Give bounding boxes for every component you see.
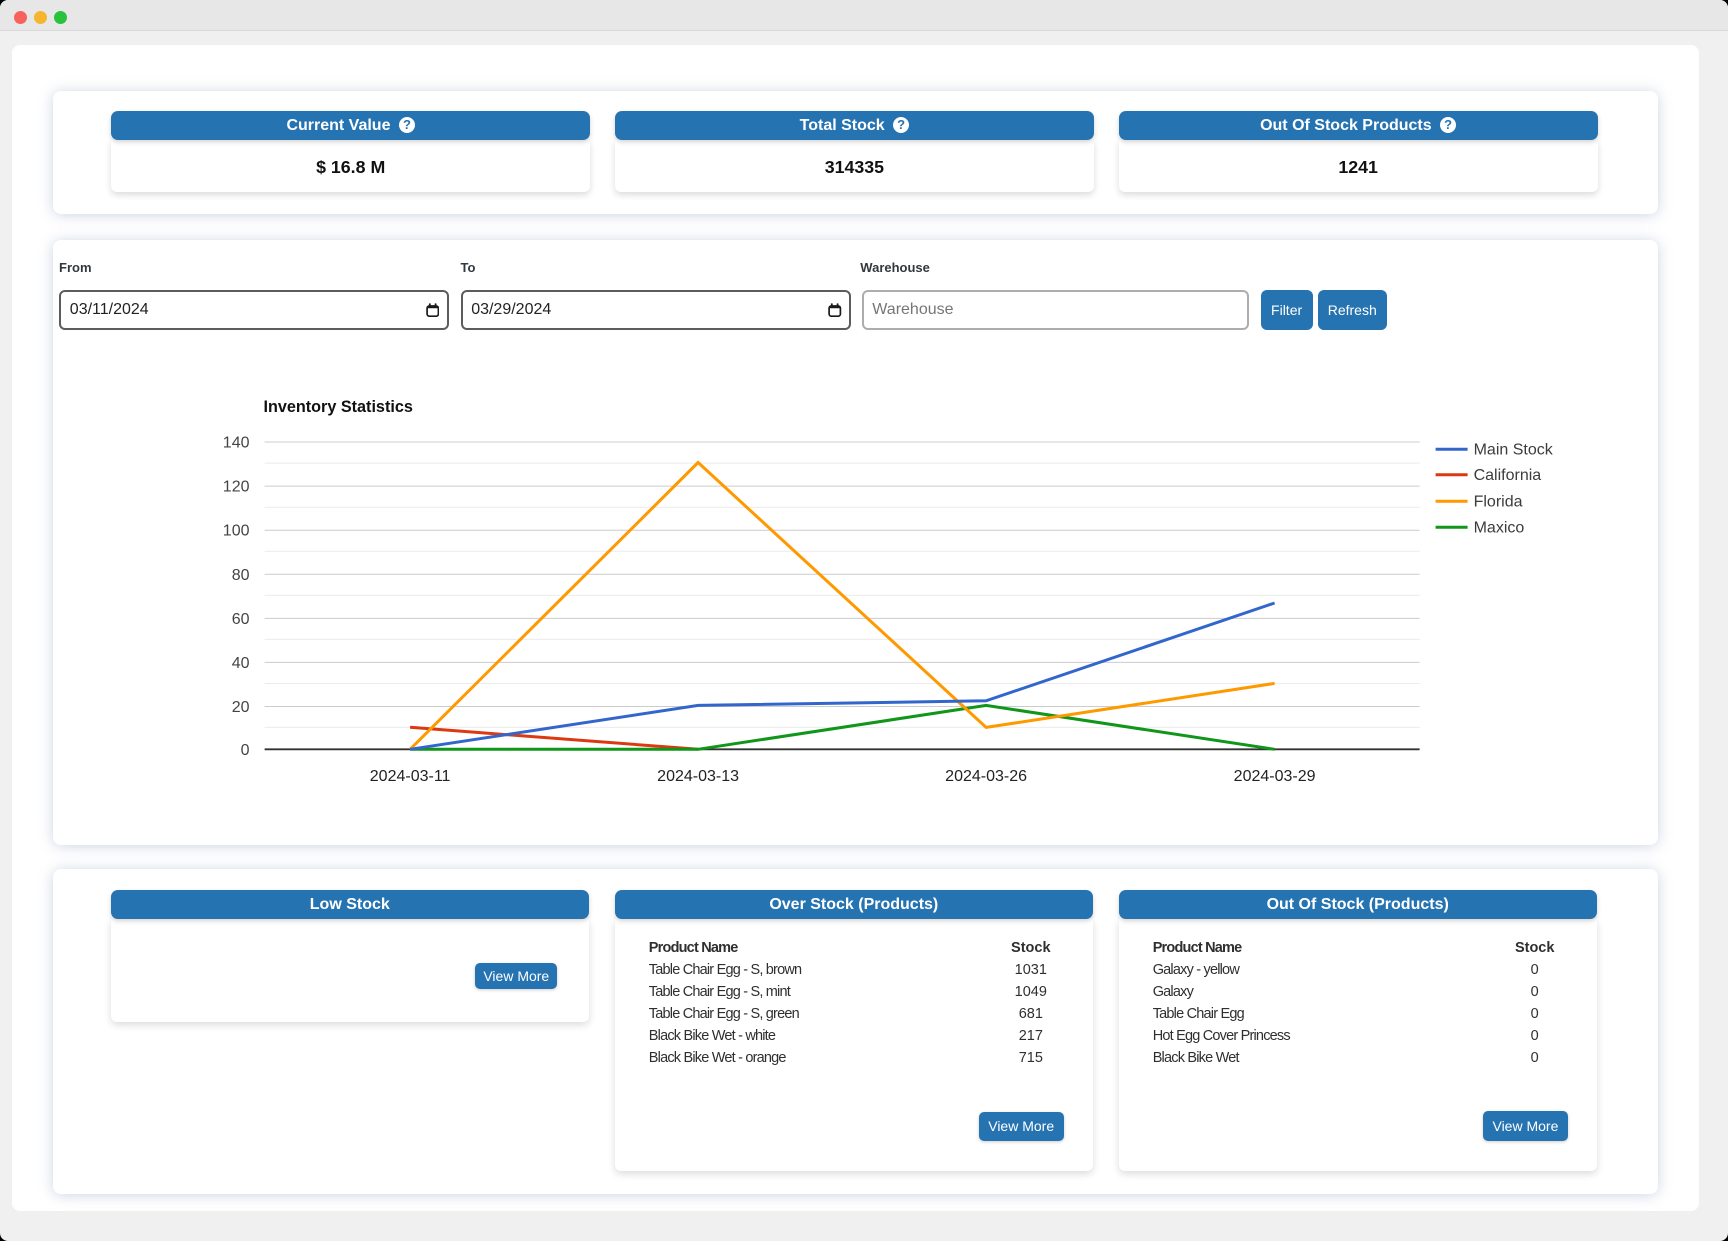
svg-text:California: California <box>1473 466 1541 483</box>
svg-text:2024-03-13: 2024-03-13 <box>657 768 739 785</box>
svg-text:140: 140 <box>222 434 249 451</box>
svg-text:Main Stock: Main Stock <box>1473 441 1553 458</box>
svg-text:40: 40 <box>231 654 249 671</box>
svg-text:80: 80 <box>231 566 249 583</box>
svg-text:Inventory Statistics: Inventory Statistics <box>263 398 412 416</box>
svg-text:60: 60 <box>231 610 249 627</box>
svg-text:0: 0 <box>240 741 249 758</box>
svg-text:Maxico: Maxico <box>1473 519 1524 536</box>
svg-text:20: 20 <box>231 699 249 716</box>
svg-text:2024-03-11: 2024-03-11 <box>369 768 450 785</box>
svg-text:120: 120 <box>222 478 249 495</box>
svg-text:2024-03-26: 2024-03-26 <box>945 768 1027 785</box>
svg-text:100: 100 <box>222 522 249 539</box>
svg-text:2024-03-29: 2024-03-29 <box>1233 768 1315 785</box>
svg-text:Florida: Florida <box>1473 493 1522 510</box>
